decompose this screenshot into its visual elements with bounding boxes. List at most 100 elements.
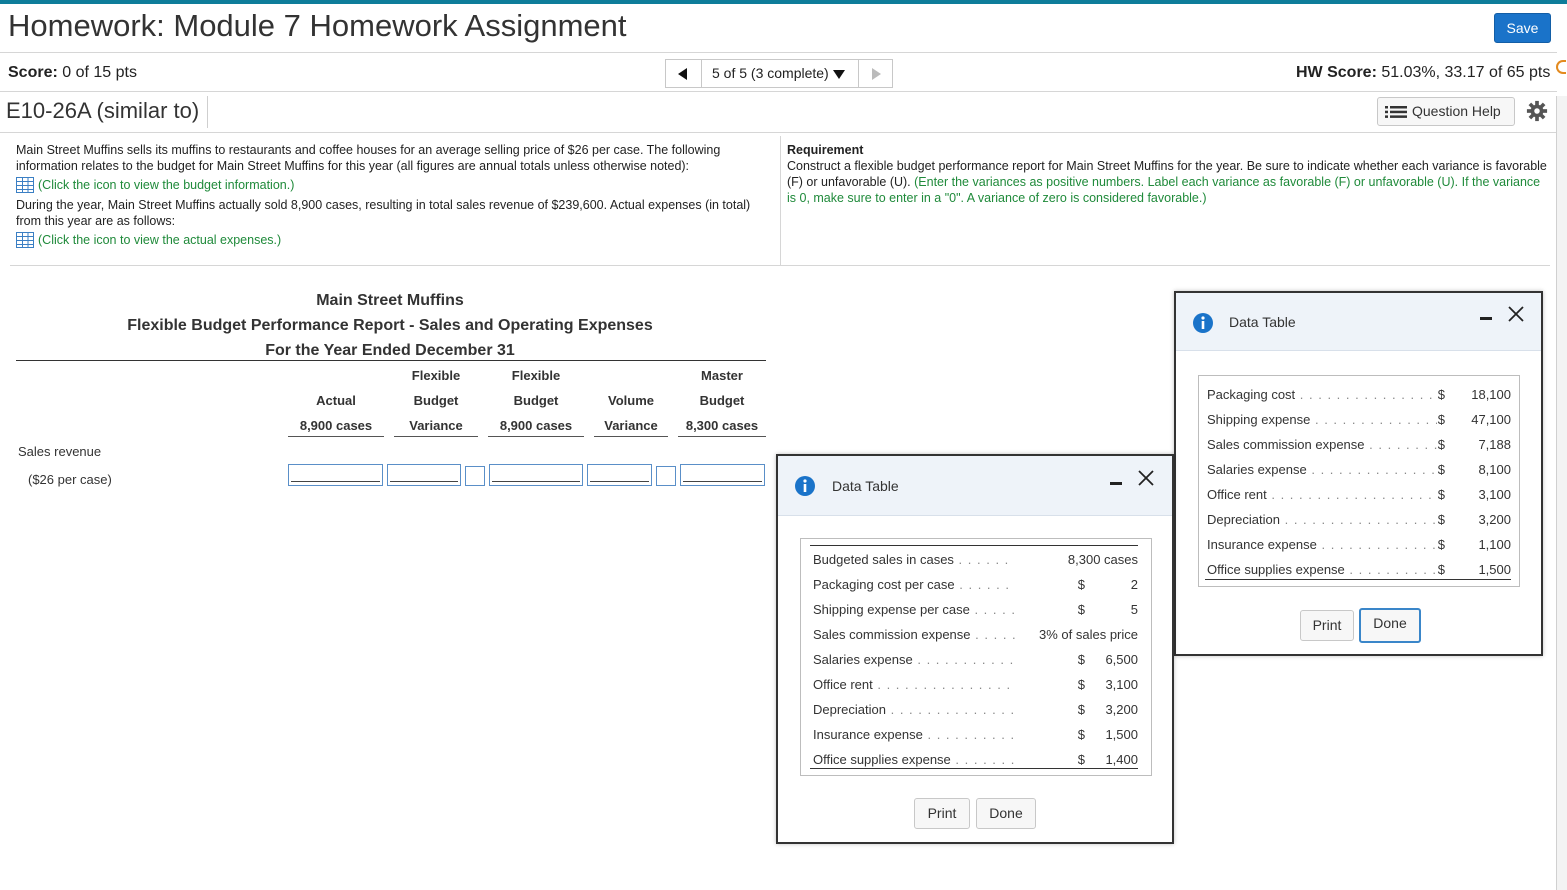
leader-dots: . . . . . . . . . . . . . . . . . . . (975, 627, 1015, 642)
leader-dots: . . . . . . . . . . . . . . . . . . . . … (1321, 537, 1437, 552)
leader-dots: . . . . . . . . . . . . . . . . . . . . … (1349, 562, 1437, 577)
row-label-text: Office supplies expense (813, 752, 951, 767)
table-top-rule (810, 545, 1138, 546)
row-label: Budgeted sales in cases . . . . . . . . … (813, 552, 1015, 567)
row-label-text: Salaries expense (1207, 462, 1307, 477)
save-button[interactable]: Save (1494, 13, 1551, 43)
minimize-icon[interactable] (1110, 482, 1122, 485)
currency-symbol: $ (1077, 702, 1085, 717)
done-button[interactable]: Done (1359, 608, 1421, 643)
modal-title: Data Table (832, 478, 899, 494)
problem-statement: Main Street Muffins sells its muffins to… (16, 142, 768, 252)
col-actual-l3: 8,900 cases (299, 418, 373, 433)
question-help-button[interactable]: Question Help (1377, 97, 1515, 126)
refresh-icon[interactable] (1556, 60, 1566, 74)
budget-info-link[interactable]: (Click the icon to view the budget infor… (16, 177, 768, 193)
row-label-text: Packaging cost (1207, 387, 1296, 402)
table-grid-icon (16, 177, 34, 193)
next-question-button[interactable] (860, 60, 892, 87)
leader-dots: . . . . . . . . . . . . . . . . . . . (958, 552, 1015, 567)
actual-expenses-link-text: (Click the icon to view the actual expen… (38, 233, 282, 247)
row-label-text: Budgeted sales in cases (813, 552, 954, 567)
col-rule (678, 436, 766, 437)
question-select-dropdown[interactable]: 5 of 5 (3 complete) (703, 60, 859, 87)
leader-dots: . . . . . . . . . . . . . . . . . . . . … (1314, 412, 1437, 427)
question-score: Score: 0 of 15 pts (8, 64, 137, 82)
previous-question-button[interactable] (666, 60, 702, 87)
row-value: 3,100 (1105, 677, 1138, 692)
currency-symbol: $ (1437, 487, 1445, 502)
close-icon[interactable] (1137, 469, 1155, 487)
volume-variance-input[interactable] (587, 464, 652, 486)
flex-variance-fu-select[interactable] (465, 466, 485, 486)
caret-down-icon (832, 69, 845, 79)
row-value: 5 (1130, 602, 1138, 617)
col-volume-var-l2: Volume (608, 393, 654, 408)
done-button[interactable]: Done (976, 798, 1036, 829)
report-title: Flexible Budget Performance Report - Sal… (127, 317, 653, 334)
row-value: 3,200 (1105, 702, 1138, 717)
row-label: Office rent . . . . . . . . . . . . . . … (1207, 487, 1437, 502)
row-label-text: Office rent (1207, 487, 1267, 502)
row-value: 8,300 cases (1067, 552, 1138, 567)
score-value: 0 of 15 pts (57, 64, 137, 81)
currency-symbol: $ (1077, 727, 1085, 742)
row-value: 3,200 (1478, 512, 1511, 527)
row-label: Sales commission expense . . . . . . . .… (1207, 437, 1437, 452)
col-volume-var-l3: Variance (604, 418, 658, 433)
actual-sales-input[interactable] (288, 464, 383, 486)
row-label-text: Packaging cost per case (813, 577, 955, 592)
row-label-text: Office rent (813, 677, 873, 692)
leader-dots: . . . . . . . . . . . . . . . . . . . (877, 677, 1015, 692)
list-icon (1385, 106, 1407, 118)
question-title: E10-26A (similar to) (6, 98, 200, 123)
requirement-heading: Requirement (787, 143, 864, 157)
close-icon[interactable] (1507, 305, 1525, 323)
row-label-text: Depreciation (813, 702, 886, 717)
content-divider (10, 265, 1550, 266)
column-separator (780, 136, 781, 266)
row-value: 8,100 (1478, 462, 1511, 477)
master-budget-input[interactable] (680, 464, 765, 486)
pager-text: 5 of 5 (3 complete) (712, 65, 829, 81)
row-label: Salaries expense . . . . . . . . . . . .… (1207, 462, 1437, 477)
row-value: 2 (1130, 577, 1138, 592)
print-button[interactable]: Print (1300, 610, 1354, 641)
modal-header: Data Table (778, 456, 1172, 516)
score-bar: Score: 0 of 15 pts 5 of 5 (3 complete) H… (0, 52, 1557, 92)
budget-info-modal: Data Table Budgeted sales in cases . . .… (776, 454, 1174, 844)
budget-info-link-text: (Click the icon to view the budget infor… (38, 178, 295, 192)
col-rule (394, 436, 478, 437)
flex-budget-input[interactable] (489, 464, 583, 486)
row-label: Sales commission expense . . . . . . . .… (813, 627, 1015, 642)
question-pager: 5 of 5 (3 complete) (665, 59, 893, 88)
table-grid-icon (16, 232, 34, 248)
row-label: Depreciation . . . . . . . . . . . . . .… (1207, 512, 1437, 527)
col-master-l2: Budget (699, 393, 745, 408)
budget-info-table: Budgeted sales in cases . . . . . . . . … (800, 538, 1152, 776)
col-flex-var-l1: Flexible (411, 368, 461, 383)
row-sublabel-price: ($26 per case) (28, 472, 112, 487)
currency-symbol: $ (1437, 387, 1445, 402)
volume-variance-fu-select[interactable] (656, 466, 676, 486)
gear-icon[interactable] (1526, 100, 1548, 122)
row-label: Office rent . . . . . . . . . . . . . . … (813, 677, 1015, 692)
adjacent-window-edge (1556, 96, 1567, 890)
row-label-text: Sales commission expense (1207, 437, 1365, 452)
actual-expenses-table: Packaging cost . . . . . . . . . . . . .… (1198, 375, 1520, 587)
row-value: 1,500 (1105, 727, 1138, 742)
hw-score-value: 51.03%, 33.17 of 65 pts (1376, 64, 1551, 81)
row-label: Salaries expense . . . . . . . . . . . .… (813, 652, 1015, 667)
actual-expenses-link[interactable]: (Click the icon to view the actual expen… (16, 232, 768, 248)
table-bottom-rule (810, 768, 1138, 769)
report-period: For the Year Ended December 31 (265, 342, 515, 359)
currency-symbol: $ (1077, 652, 1085, 667)
col-master-l3: 8,300 cases (685, 418, 759, 433)
row-label-text: Shipping expense per case (813, 602, 970, 617)
flex-variance-input[interactable] (387, 464, 461, 486)
hw-score-label: HW Score: (1296, 64, 1377, 81)
minimize-icon[interactable] (1480, 317, 1492, 320)
currency-symbol: $ (1437, 462, 1445, 477)
actual-expenses-modal: Data Table Packaging cost . . . . . . . … (1174, 291, 1543, 656)
print-button[interactable]: Print (914, 798, 970, 829)
